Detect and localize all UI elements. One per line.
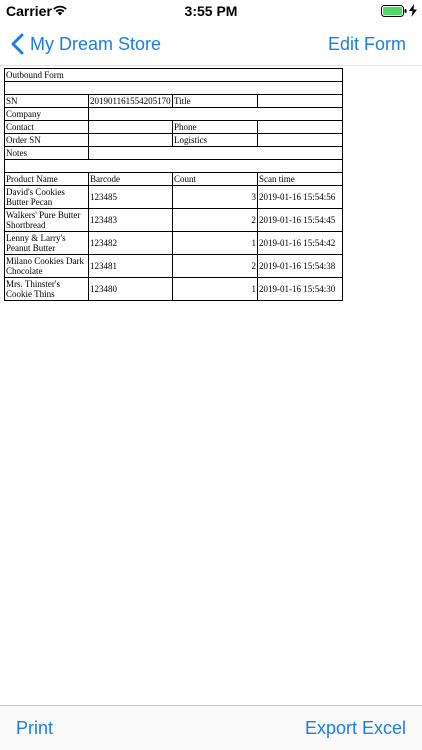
order-sn-label: Order SN	[4, 133, 89, 147]
status-bar: Carrier 3:55 PM	[0, 0, 422, 22]
logistics-label: Logistics	[172, 133, 258, 147]
back-button-label: My Dream Store	[30, 33, 162, 54]
charging-bolt-icon	[409, 4, 417, 17]
company-label: Company	[4, 107, 89, 121]
contact-value	[88, 120, 173, 134]
table-row: Walkers' Pure Butter Shortbread 123483 2…	[4, 208, 344, 232]
order-sn-value	[88, 133, 173, 147]
scan-time: 2019-01-16 15:54:56	[256, 185, 344, 209]
barcode: 123485	[88, 185, 173, 209]
back-button[interactable]: My Dream Store	[10, 22, 161, 66]
count: 2	[172, 254, 258, 278]
title-value	[256, 94, 344, 108]
count: 1	[172, 231, 258, 255]
scan-time: 2019-01-16 15:54:30	[256, 277, 344, 301]
product-name: Lenny & Larry's Peanut Butter	[4, 231, 89, 255]
phone-value	[256, 120, 344, 134]
barcode: 123483	[88, 208, 173, 232]
barcode: 123480	[88, 277, 173, 301]
edit-form-button[interactable]: Edit Form	[328, 22, 406, 66]
print-button[interactable]: Print	[16, 706, 53, 750]
count: 3	[172, 185, 258, 209]
count: 2	[172, 208, 258, 232]
table-row: Lenny & Larry's Peanut Butter 123482 1 2…	[4, 231, 344, 255]
product-name: David's Cookies Butter Pecan	[4, 185, 89, 209]
clock: 3:55 PM	[184, 3, 238, 19]
scan-time: 2019-01-16 15:54:42	[256, 231, 344, 255]
product-name: Mrs. Thinster's Cookie Thins	[4, 277, 89, 301]
blank-row	[3, 81, 344, 95]
table-row: Milano Cookies Dark Chocolate 123481 2 2…	[4, 254, 344, 278]
product-name: Walkers' Pure Butter Shortbread	[4, 208, 89, 232]
column-header-count: Count	[172, 172, 258, 186]
scan-time: 2019-01-16 15:54:45	[256, 208, 344, 232]
sn-label: SN	[4, 94, 89, 108]
bottom-toolbar: Print Export Excel	[0, 705, 422, 750]
notes-label: Notes	[4, 146, 89, 160]
notes-value	[87, 146, 344, 160]
company-value	[87, 107, 344, 121]
column-header-barcode: Barcode	[88, 172, 173, 186]
product-name: Milano Cookies Dark Chocolate	[4, 254, 89, 278]
table-row: Mrs. Thinster's Cookie Thins 123480 1 20…	[4, 277, 344, 301]
barcode: 123481	[88, 254, 173, 278]
export-excel-button[interactable]: Export Excel	[305, 706, 406, 750]
logistics-value	[256, 133, 344, 147]
title-label: Title	[172, 94, 258, 108]
column-header-scan-time: Scan time	[256, 172, 344, 186]
contact-label: Contact	[4, 120, 89, 134]
back-chevron-icon	[11, 33, 24, 55]
scan-time: 2019-01-16 15:54:38	[256, 254, 344, 278]
outbound-form-table: Outbound Form SN 201901161554205170 Titl…	[3, 68, 344, 301]
form-title: Outbound Form	[3, 68, 344, 82]
count: 1	[172, 277, 258, 301]
blank-row	[3, 159, 344, 173]
navigation-bar: My Dream Store Edit Form	[0, 22, 422, 66]
column-header-product: Product Name	[4, 172, 89, 186]
form-preview: Outbound Form SN 201901161554205170 Titl…	[3, 68, 344, 301]
battery-icon	[381, 5, 407, 17]
phone-label: Phone	[172, 120, 258, 134]
barcode: 123482	[88, 231, 173, 255]
table-row: David's Cookies Butter Pecan 123485 3 20…	[4, 185, 344, 209]
sn-value: 201901161554205170	[88, 94, 173, 108]
